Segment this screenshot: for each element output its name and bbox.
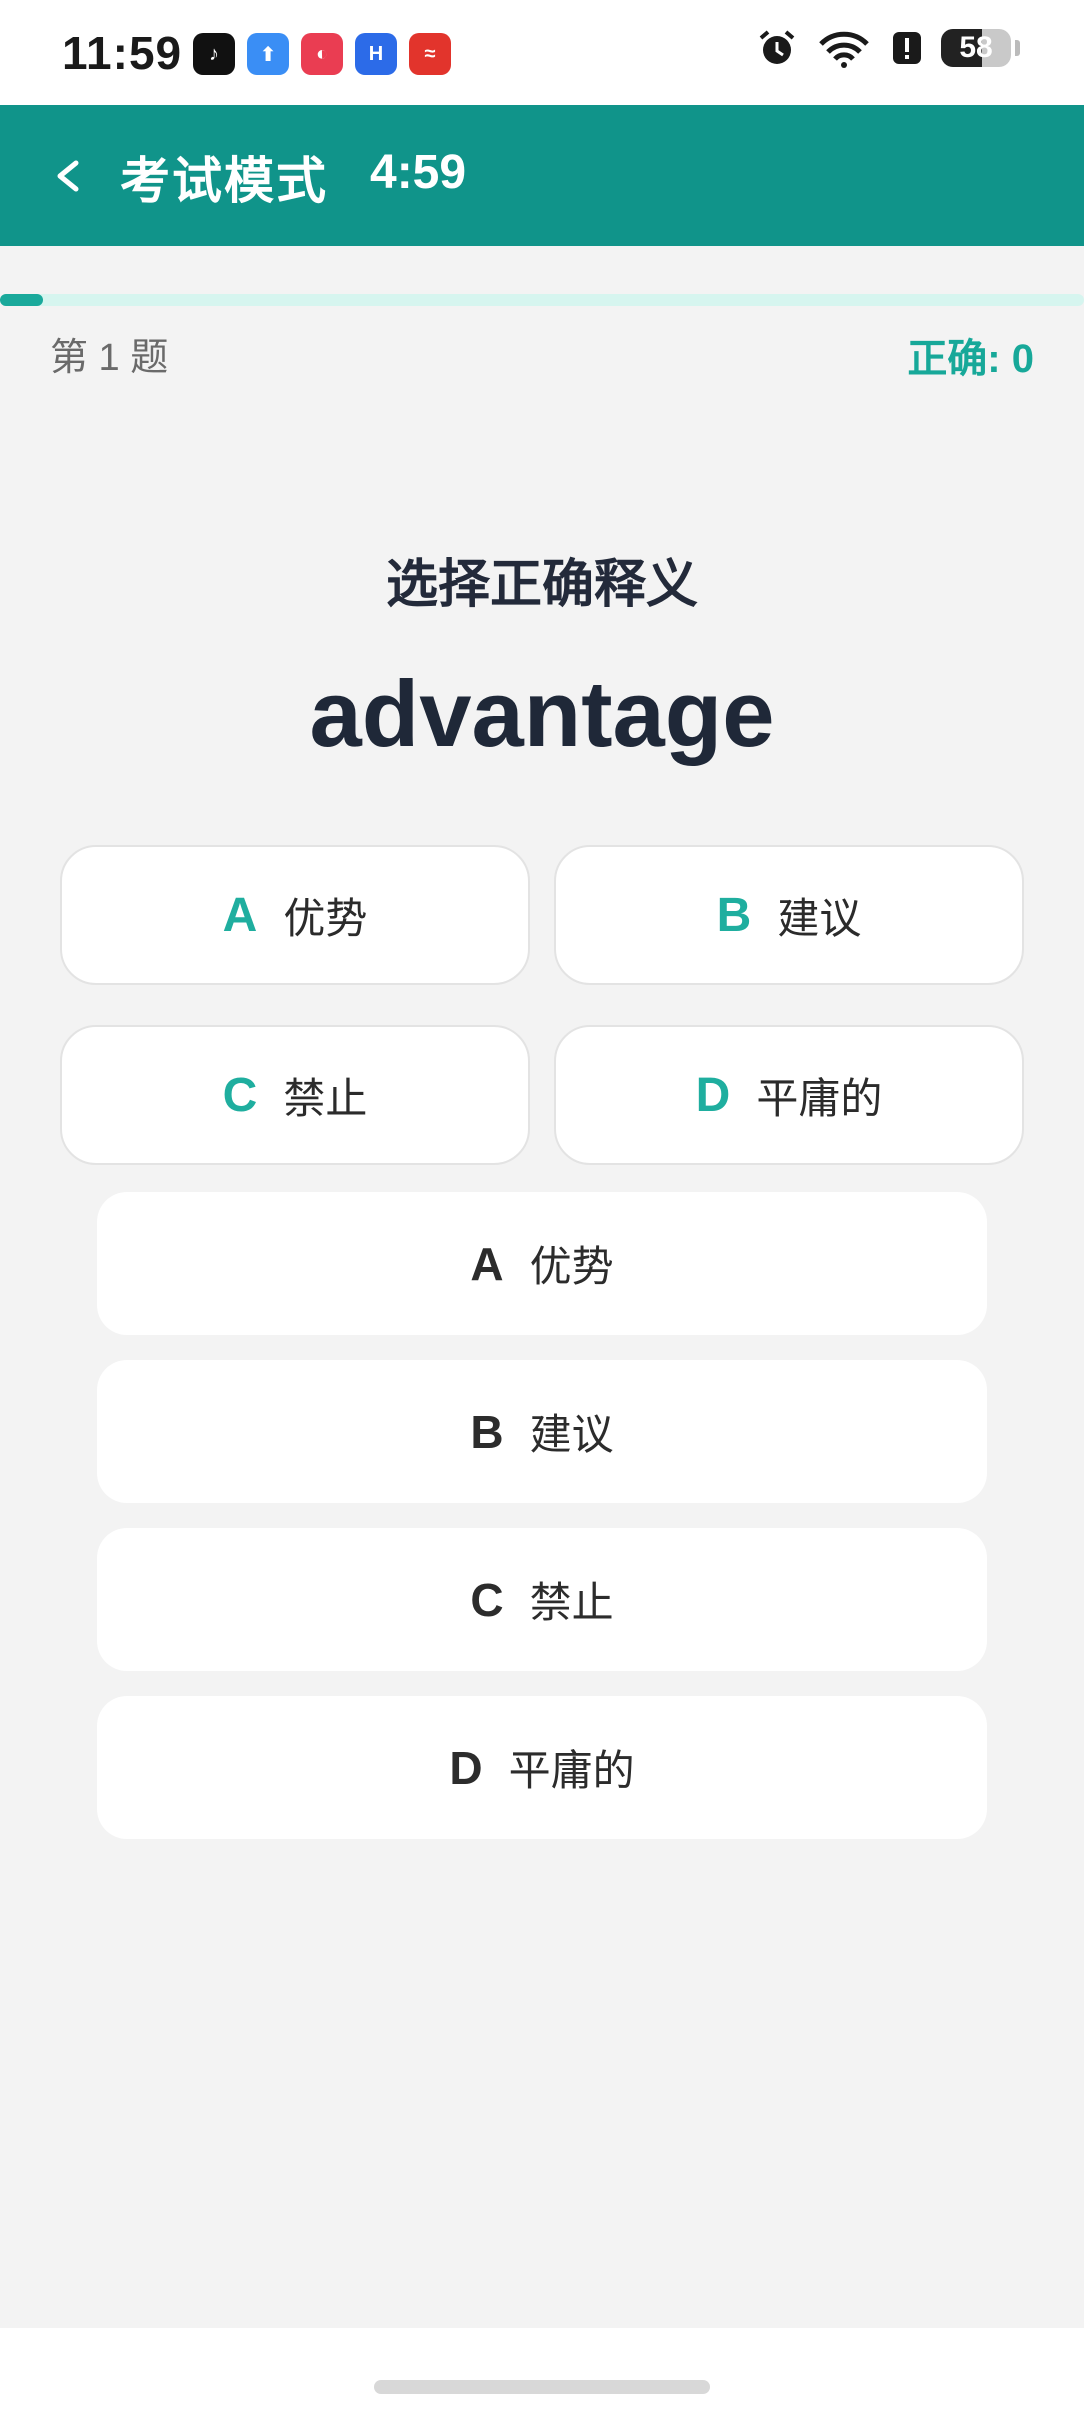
option-button-d[interactable]: D 平庸的	[97, 1696, 987, 1839]
upload-app-icon: ⬆	[247, 33, 289, 75]
alarm-icon	[757, 28, 797, 68]
quiz-word: advantage	[309, 661, 775, 766]
option-letter: B	[716, 888, 752, 942]
back-arrow-icon	[57, 160, 79, 192]
quiz-progress-bar	[0, 294, 1084, 306]
notification-app-icons: ♪ ⬆ ◐ H ≈	[193, 33, 451, 75]
battery-level: 58	[959, 31, 993, 64]
option-text: 禁止	[283, 1074, 368, 1122]
status-bar: 11:59 ♪ ⬆ ◐ H ≈ 58	[0, 0, 1084, 105]
alert-icon	[891, 28, 923, 68]
option-letter: D	[695, 1068, 731, 1122]
tiktok-icon: ♪	[193, 33, 235, 75]
system-icons: 58	[757, 28, 1020, 68]
system-nav-bar	[0, 2328, 1084, 2412]
question-prompt: 选择正确释义	[385, 556, 698, 614]
option-card-d[interactable]: D 平庸的	[554, 1025, 1024, 1165]
option-letter: C	[470, 1573, 504, 1626]
h-app-icon: H	[355, 33, 397, 75]
option-button-b[interactable]: B 建议	[97, 1360, 987, 1503]
countdown-timer: 4:59	[370, 146, 467, 199]
option-text: 建议	[529, 1411, 614, 1458]
quiz-progress-fill	[0, 294, 44, 306]
battery-tip	[1015, 40, 1020, 56]
home-indicator[interactable]	[374, 2380, 710, 2394]
correct-count: 正确: 0	[907, 337, 1034, 381]
option-text: 平庸的	[756, 1074, 883, 1122]
option-letter: B	[470, 1405, 504, 1458]
option-button-a[interactable]: A 优势	[97, 1192, 987, 1335]
status-time: 11:59	[62, 27, 183, 79]
battery-indicator: 58	[941, 29, 1011, 67]
option-letter: D	[449, 1741, 483, 1794]
option-text: 优势	[529, 1243, 614, 1290]
wifi-icon	[815, 28, 873, 68]
option-card-a[interactable]: A 优势	[60, 845, 530, 985]
option-text: 禁止	[529, 1579, 614, 1626]
option-card-c[interactable]: C 禁止	[60, 1025, 530, 1165]
question-index: 第 1 题	[50, 337, 169, 379]
option-letter: A	[470, 1237, 504, 1290]
app-header: 考试模式 4:59	[0, 105, 1084, 246]
option-text: 平庸的	[508, 1747, 635, 1794]
page-title: 考试模式	[120, 153, 328, 209]
app-gallery-icon: ◐	[301, 33, 343, 75]
option-button-c[interactable]: C 禁止	[97, 1528, 987, 1671]
option-card-b[interactable]: B 建议	[554, 845, 1024, 985]
option-text: 优势	[283, 894, 368, 942]
option-letter: A	[222, 888, 258, 942]
option-letter: C	[222, 1068, 258, 1122]
red-app-icon: ≈	[409, 33, 451, 75]
option-text: 建议	[777, 894, 862, 942]
back-button[interactable]	[48, 149, 88, 199]
